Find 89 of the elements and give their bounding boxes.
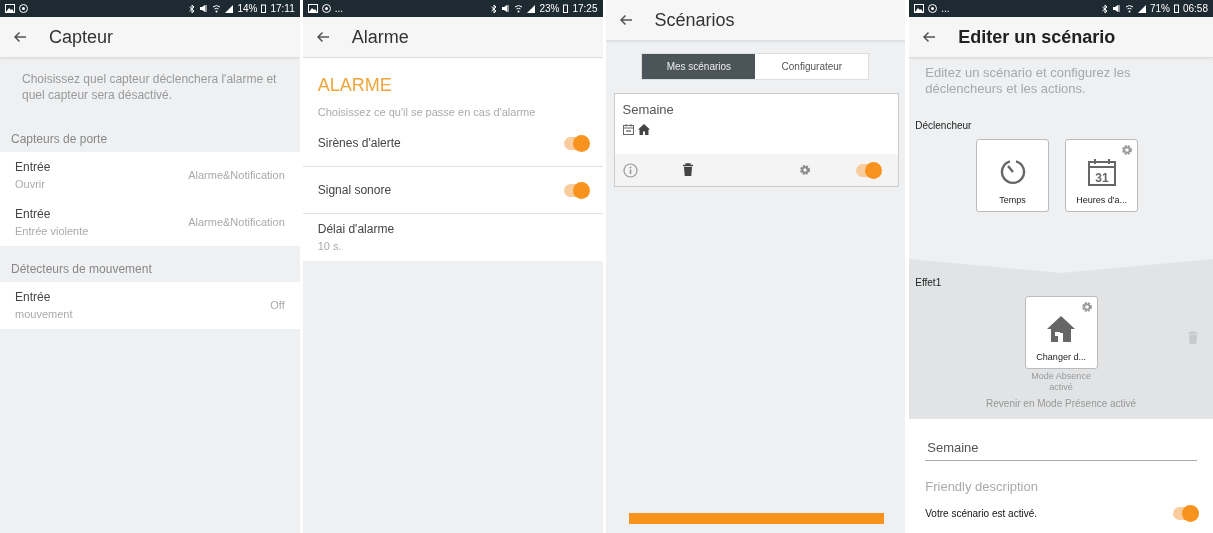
screen-title: Capteur <box>49 25 114 49</box>
screen-title: Scénarios <box>654 8 735 32</box>
signal-icon <box>225 4 234 13</box>
signal-icon <box>527 4 536 13</box>
mute-icon <box>199 4 209 13</box>
clock-text: 06:58 <box>1182 2 1208 16</box>
notification-icon <box>19 4 28 13</box>
settings-icon[interactable] <box>799 164 812 176</box>
item-sublabel: mouvement <box>15 307 74 323</box>
mute-icon <box>501 4 511 13</box>
house-icon <box>1046 314 1077 343</box>
settings-icon[interactable] <box>1121 144 1134 156</box>
image-icon <box>307 4 318 13</box>
list-item[interactable]: Entrée Entrée violente Alarme&Notification <box>0 199 300 246</box>
signal-icon <box>1137 4 1146 13</box>
segment-tab[interactable]: Mes scénarios <box>642 54 756 79</box>
section-heading: ALARME <box>316 74 393 97</box>
bluetooth-icon <box>189 3 196 14</box>
battery-icon <box>563 4 569 13</box>
wifi-icon <box>1124 4 1134 13</box>
item-value: Off <box>270 298 285 314</box>
calendar-icon: 31 <box>1087 157 1116 186</box>
effect-tile[interactable]: Changer d... <box>1024 296 1098 369</box>
mute-icon <box>1111 4 1121 13</box>
setting-label: Délai d'alarme <box>317 221 395 239</box>
trigger-tile[interactable]: 31 Heures d'a... <box>1065 139 1139 212</box>
clock-text: 17:11 <box>270 2 295 16</box>
list-item[interactable]: Entrée mouvement Off <box>0 282 300 329</box>
more-notifications-text: ... <box>941 2 950 16</box>
item-label: Entrée <box>15 289 52 307</box>
setting-value: 10 s. <box>317 239 343 255</box>
notification-icon <box>928 4 938 13</box>
back-arrow-icon[interactable] <box>13 31 27 43</box>
timer-icon <box>998 157 1027 186</box>
setting-label: Sirènes d'alerte <box>317 135 402 152</box>
revert-text: Revenir en Mode Présence activé <box>985 397 1138 411</box>
tile-label: Heures d'a... <box>1076 193 1127 207</box>
image-icon <box>5 4 15 13</box>
battery-icon <box>261 4 267 13</box>
battery-level-text: 71% <box>1149 2 1170 16</box>
wifi-icon <box>514 4 524 13</box>
effect-caption: Mode Absence activé <box>1030 371 1092 393</box>
battery-level-text: 14% <box>237 2 258 16</box>
bluetooth-icon <box>491 3 498 14</box>
image-icon <box>914 4 925 13</box>
item-value: Alarme&Notification <box>188 168 285 184</box>
back-arrow-icon[interactable] <box>315 31 330 43</box>
toggle-switch[interactable] <box>563 183 588 197</box>
section-heading: Capteurs de porte <box>10 131 109 148</box>
toggle-switch[interactable] <box>1173 507 1197 520</box>
list-item[interactable]: Entrée Ouvrir Alarme&Notification <box>0 152 300 199</box>
tile-label: Changer d... <box>1036 350 1086 364</box>
name-field[interactable]: Semaine <box>925 436 1197 461</box>
house-icon <box>637 123 650 135</box>
tile-label: Temps <box>999 193 1026 207</box>
scenario-card[interactable]: Semaine <box>613 93 900 187</box>
intro-text: Editez un scénario et configurez les déclencheurs et les actions. <box>924 64 1132 98</box>
calendar-icon <box>622 123 634 135</box>
item-sublabel: Ouvrir <box>15 177 46 193</box>
item-label: Entrée <box>15 206 52 224</box>
section-heading: Détecteurs de mouvement <box>10 261 153 278</box>
more-notifications-text: ... <box>334 2 344 16</box>
settings-icon[interactable] <box>1080 301 1093 313</box>
item-sublabel: Entrée violente <box>15 224 90 240</box>
back-arrow-icon[interactable] <box>922 31 937 43</box>
active-label: Votre scénario est activé. <box>925 507 1037 521</box>
screen-title: Alarme <box>351 25 409 49</box>
info-icon[interactable] <box>622 162 638 178</box>
notification-icon <box>321 4 331 13</box>
bluetooth-icon <box>1101 3 1108 14</box>
description-field[interactable]: Friendly description <box>925 474 1197 498</box>
section-label: Effet1 <box>914 276 943 290</box>
back-arrow-icon[interactable] <box>618 14 633 26</box>
subtitle-text: Choisissez ce qu'il se passe en cas d'alarme <box>316 105 537 120</box>
setting-label: Signal sonore <box>317 182 393 199</box>
toggle-switch[interactable] <box>563 136 588 150</box>
trash-icon[interactable] <box>682 163 695 177</box>
scenario-name: Semaine <box>622 101 675 119</box>
item-label: Entrée <box>15 159 52 177</box>
wifi-icon <box>212 4 222 13</box>
section-label: Déclencheur <box>914 119 973 133</box>
clock-text: 17:25 <box>572 2 598 16</box>
battery-icon <box>1173 4 1179 13</box>
trigger-tile[interactable]: Temps <box>976 139 1050 212</box>
toggle-switch[interactable] <box>856 163 881 177</box>
item-value: Alarme&Notification <box>188 215 285 231</box>
screen-title: Editer un scénario <box>958 25 1116 49</box>
intro-text: Choisissez quel capteur déclenchera l'alarme et quel capteur sera désactivé. <box>21 71 278 104</box>
battery-level-text: 23% <box>539 2 560 16</box>
